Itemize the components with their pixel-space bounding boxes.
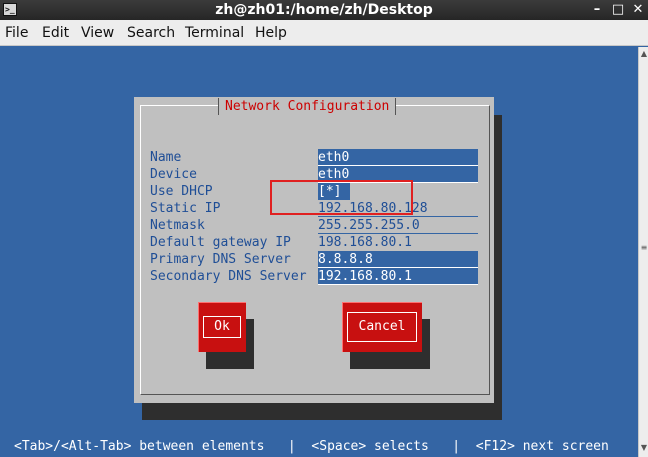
ok-button[interactable]: Ok	[198, 302, 246, 352]
minimize-button[interactable]: –	[590, 0, 604, 20]
window-title: zh@zh01:/home/zh/Desktop	[215, 2, 433, 18]
menu-help[interactable]: Help	[255, 25, 287, 41]
scroll-down-icon[interactable]: ▼	[639, 443, 648, 452]
scroll-up-icon[interactable]: ▲	[639, 49, 648, 58]
window-titlebar[interactable]: >_ zh@zh01:/home/zh/Desktop – □ ✕	[0, 0, 648, 20]
name-label: Name	[150, 150, 182, 165]
menu-edit[interactable]: Edit	[42, 25, 69, 41]
close-button[interactable]: ✕	[631, 0, 645, 20]
secondary-dns-field[interactable]: 192.168.80.1	[318, 268, 478, 285]
static-ip-label: Static IP	[150, 201, 221, 216]
menu-terminal[interactable]: Terminal	[185, 25, 244, 41]
ok-button-label: Ok	[203, 316, 241, 338]
dialog-title: Network Configuration	[218, 98, 397, 115]
keyboard-hint-statusline: <Tab>/<Alt-Tab> between elements | <Spac…	[14, 439, 609, 454]
menu-file[interactable]: File	[5, 25, 28, 41]
default-gateway-label: Default gateway IP	[150, 235, 291, 250]
primary-dns-label: Primary DNS Server	[150, 252, 291, 267]
name-field[interactable]: eth0	[318, 149, 478, 166]
cancel-button[interactable]: Cancel	[342, 302, 422, 352]
secondary-dns-label: Secondary DNS Server	[150, 269, 307, 284]
use-dhcp-label: Use DHCP	[150, 184, 213, 199]
netmask-field[interactable]: 255.255.255.0	[318, 217, 478, 234]
primary-dns-field[interactable]: 8.8.8.8	[318, 251, 478, 268]
scrollbar[interactable]: ▲ ≡ ▼	[638, 47, 648, 457]
menubar: File Edit View Search Terminal Help	[0, 20, 648, 46]
device-label: Device	[150, 167, 197, 182]
terminal-icon: >_	[3, 3, 17, 16]
menu-view[interactable]: View	[81, 25, 114, 41]
scroll-thumb-icon[interactable]: ≡	[639, 243, 648, 252]
cancel-button-label: Cancel	[347, 312, 417, 342]
menu-search[interactable]: Search	[127, 25, 175, 41]
network-configuration-dialog: Network Configuration Name eth0 Device e…	[134, 97, 494, 403]
default-gateway-field[interactable]: 198.168.80.1	[318, 234, 478, 251]
maximize-button[interactable]: □	[611, 0, 625, 20]
annotation-highlight-box	[270, 180, 413, 215]
netmask-label: Netmask	[150, 218, 205, 233]
